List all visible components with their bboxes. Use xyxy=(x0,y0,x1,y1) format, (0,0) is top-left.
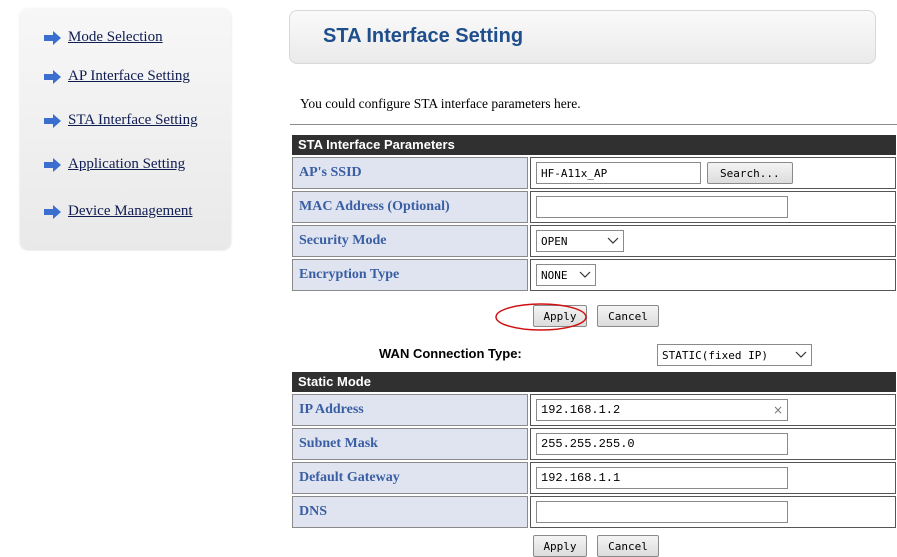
dns-input[interactable] xyxy=(536,501,788,523)
security-cell: OPEN xyxy=(530,225,896,257)
dns-cell xyxy=(530,496,896,528)
annotation-circle xyxy=(495,303,587,331)
subnet-mask-label: Subnet Mask xyxy=(292,428,528,460)
ip-address-input[interactable]: 192.168.1.2 × xyxy=(536,399,788,421)
arrow-right-icon xyxy=(44,69,61,84)
encryption-type-select[interactable]: NONE xyxy=(536,264,596,286)
search-button[interactable]: Search... xyxy=(707,162,793,184)
encryption-type-value: NONE xyxy=(541,268,568,282)
sidebar-item-mode-selection[interactable]: Mode Selection xyxy=(43,29,163,46)
table-row-dns: DNS xyxy=(292,496,896,528)
arrow-right-icon xyxy=(44,204,61,219)
default-gateway-label: Default Gateway xyxy=(292,462,528,494)
encryption-type-label: Encryption Type xyxy=(292,259,528,291)
table-row-encryption: Encryption Type NONE xyxy=(292,259,896,291)
sidebar-item-ap-interface-setting[interactable]: AP Interface Setting xyxy=(43,68,190,85)
security-mode-value: OPEN xyxy=(541,234,568,248)
mac-cell xyxy=(530,191,896,223)
ssid-input[interactable]: HF-A11x_AP xyxy=(536,162,701,184)
ssid-label: AP's SSID xyxy=(292,157,528,189)
arrow-right-icon xyxy=(44,157,61,172)
ip-address-cell: 192.168.1.2 × xyxy=(530,394,896,426)
table-row-security: Security Mode OPEN xyxy=(292,225,896,257)
intro-text: You could configure STA interface parame… xyxy=(300,96,581,111)
dns-label: DNS xyxy=(292,496,528,528)
arrow-right-icon xyxy=(44,113,61,128)
subnet-mask-input[interactable]: 255.255.255.0 xyxy=(536,433,788,455)
subnet-mask-cell: 255.255.255.0 xyxy=(530,428,896,460)
ip-address-label: IP Address xyxy=(292,394,528,426)
mac-address-input[interactable] xyxy=(536,196,788,218)
clear-icon[interactable]: × xyxy=(773,403,783,417)
chevron-down-icon xyxy=(607,237,619,244)
chevron-down-icon xyxy=(795,351,807,358)
static-cancel-button[interactable]: Cancel xyxy=(597,535,659,557)
section-heading: Static Mode xyxy=(292,372,896,392)
table-row-mac: MAC Address (Optional) xyxy=(292,191,896,223)
security-mode-label: Security Mode xyxy=(292,225,528,257)
table-row-subnet-mask: Subnet Mask 255.255.255.0 xyxy=(292,428,896,460)
ssid-cell: HF-A11x_AP Search... xyxy=(530,157,896,189)
section-heading: STA Interface Parameters xyxy=(292,135,896,155)
mac-label: MAC Address (Optional) xyxy=(292,191,528,223)
sidebar-item-application-setting[interactable]: Application Setting xyxy=(43,156,185,173)
sta-cancel-button[interactable]: Cancel xyxy=(597,305,659,327)
wan-connection-type-select[interactable]: STATIC(fixed IP) xyxy=(657,344,812,366)
sidebar-item-label[interactable]: Application Setting xyxy=(68,156,185,173)
encryption-cell: NONE xyxy=(530,259,896,291)
default-gateway-input[interactable]: 192.168.1.1 xyxy=(536,467,788,489)
sidebar-item-device-management[interactable]: Device Management xyxy=(43,203,193,220)
sidebar-item-sta-interface-setting[interactable]: STA Interface Setting xyxy=(43,112,198,129)
static-apply-button[interactable]: Apply xyxy=(533,535,587,557)
ip-address-value: 192.168.1.2 xyxy=(541,403,621,417)
sta-parameters-table: STA Interface Parameters AP's SSID HF-A1… xyxy=(292,135,896,291)
arrow-right-icon xyxy=(44,30,61,45)
divider xyxy=(290,124,897,125)
sidebar-item-label[interactable]: STA Interface Setting xyxy=(68,112,198,129)
sidebar-item-label[interactable]: AP Interface Setting xyxy=(68,68,190,85)
static-mode-table: Static Mode IP Address 192.168.1.2 × Sub… xyxy=(292,372,896,528)
wan-connection-type-value: STATIC(fixed IP) xyxy=(662,348,768,362)
page-header: STA Interface Setting xyxy=(289,10,876,64)
chevron-down-icon xyxy=(579,271,591,278)
sidebar-item-label[interactable]: Device Management xyxy=(68,203,193,220)
security-mode-select[interactable]: OPEN xyxy=(536,230,624,252)
sidebar-nav: Mode Selection AP Interface Setting STA … xyxy=(20,8,231,249)
table-row-default-gateway: Default Gateway 192.168.1.1 xyxy=(292,462,896,494)
wan-connection-type-label: WAN Connection Type: xyxy=(379,346,522,361)
default-gateway-cell: 192.168.1.1 xyxy=(530,462,896,494)
sidebar-item-label[interactable]: Mode Selection xyxy=(68,29,163,46)
page-title: STA Interface Setting xyxy=(323,25,524,47)
table-row-ssid: AP's SSID HF-A11x_AP Search... xyxy=(292,157,896,189)
table-row-ip-address: IP Address 192.168.1.2 × xyxy=(292,394,896,426)
